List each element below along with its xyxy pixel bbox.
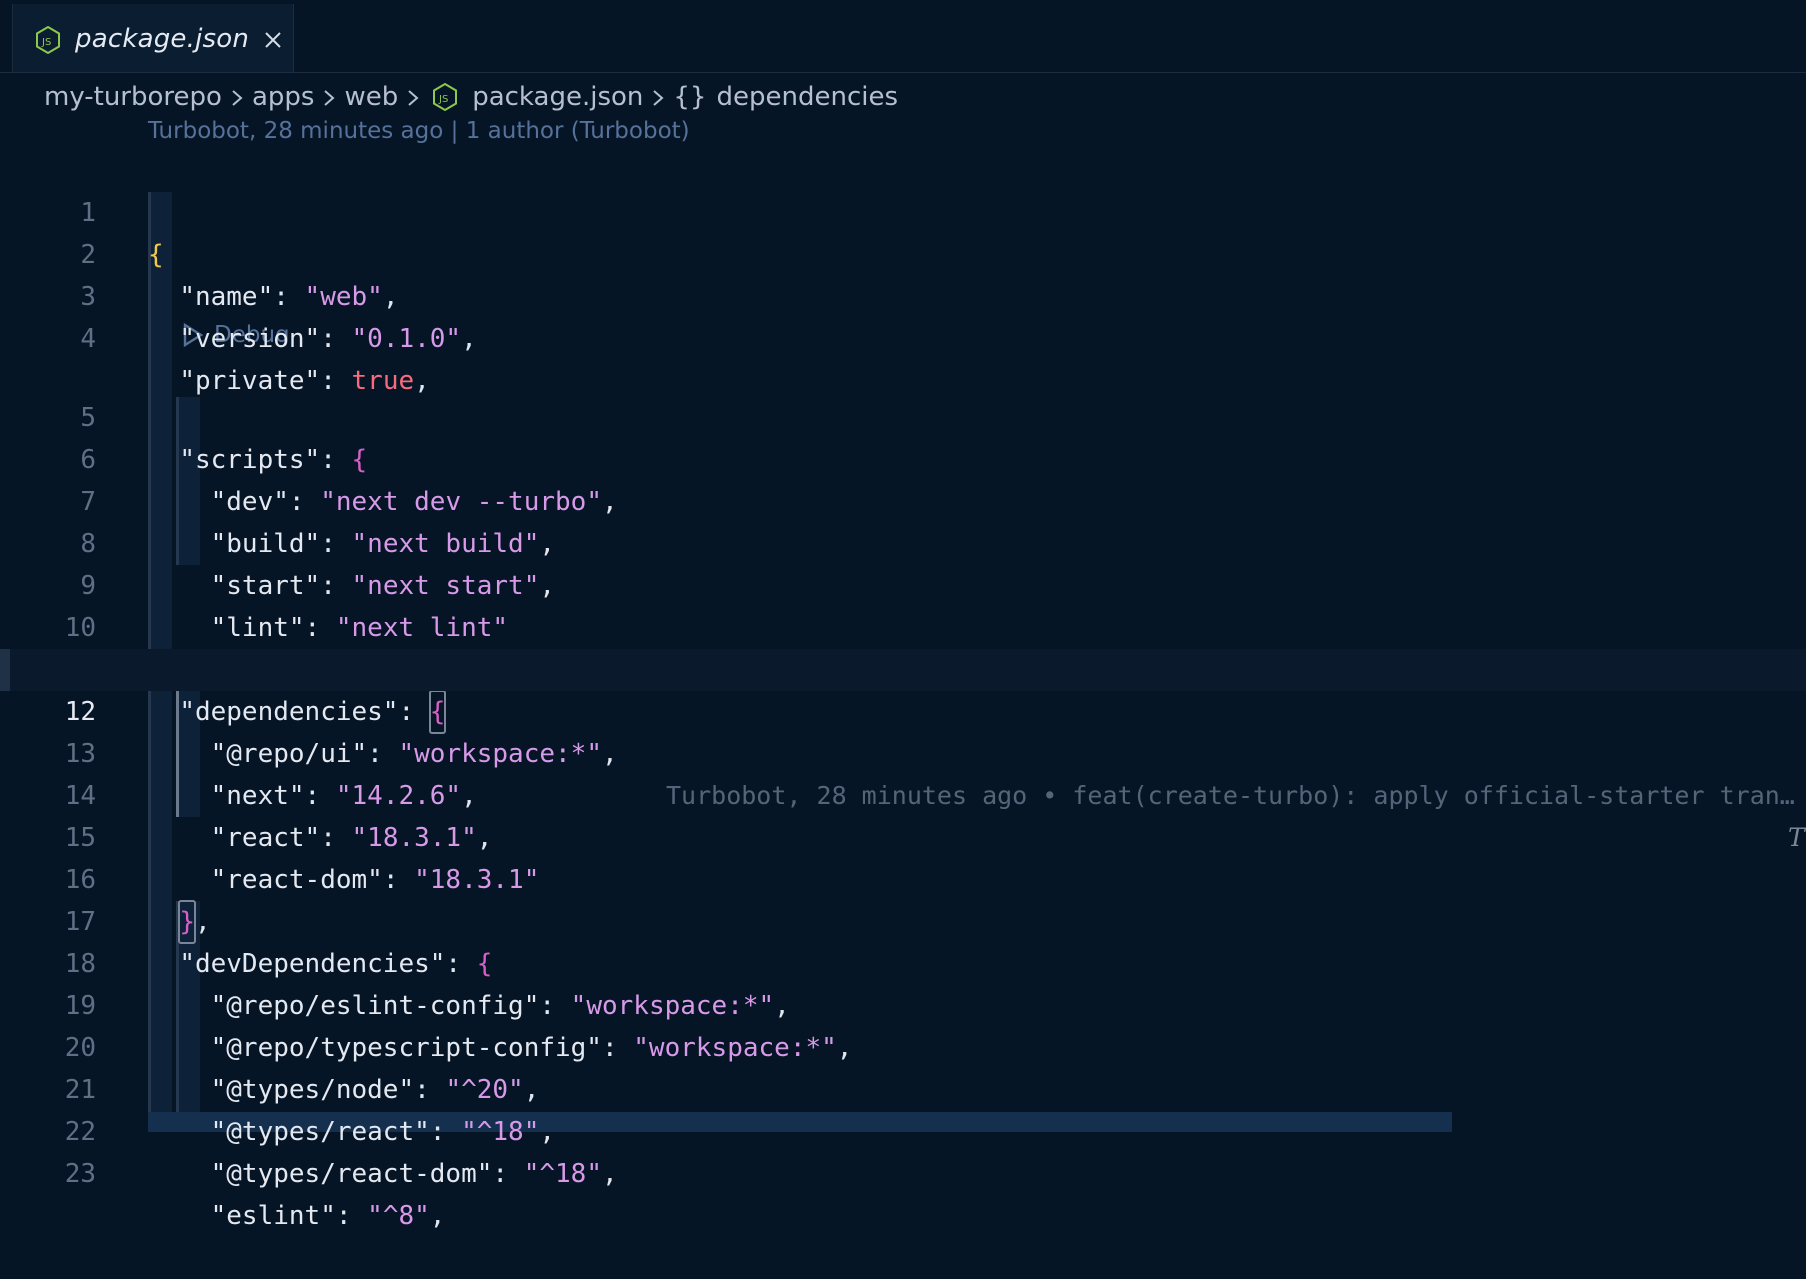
code-line[interactable]: 20 "@types/node": "^20",: [0, 985, 1806, 1105]
tab-package-json[interactable]: JS package.json: [12, 4, 294, 72]
svg-text:JS: JS: [41, 37, 51, 48]
svg-text:JS: JS: [438, 94, 448, 105]
code-line[interactable]: 16 },: [0, 817, 1806, 944]
code-line[interactable]: 22 "@types/react-dom": "^18",: [0, 1069, 1806, 1189]
code-line[interactable]: 7 "build": "next build",: [0, 439, 1806, 559]
close-icon[interactable]: [263, 30, 283, 50]
code-line[interactable]: 23 "eslint": "^8",: [0, 1111, 1806, 1231]
blame-codelens[interactable]: Turbobot, 28 minutes ago | 1 author (Tur…: [148, 118, 690, 144]
nodejs-icon: JS: [36, 26, 60, 54]
nodejs-icon: JS: [433, 83, 458, 111]
code-line[interactable]: 5 "scripts": {: [0, 355, 1806, 475]
braces-icon: {}: [673, 82, 707, 112]
code-line[interactable]: 2 "name": "web",: [0, 192, 1806, 312]
code-line[interactable]: 14 "react": "18.3.1",: [0, 733, 1806, 853]
breadcrumb-item-web[interactable]: web: [344, 82, 398, 112]
code-line[interactable]: 10 },: [0, 565, 1806, 685]
tab-title: package.json: [75, 24, 250, 54]
code-line[interactable]: 4 "private": true,: [0, 276, 1806, 396]
code-line[interactable]: 6 "dev": "next dev --turbo",: [0, 397, 1806, 517]
chevron-right-icon: [314, 84, 344, 110]
code-line[interactable]: 17 "devDependencies": {: [0, 859, 1806, 979]
chevron-right-icon: [222, 84, 252, 110]
code-line[interactable]: 3 "version": "0.1.0",: [0, 234, 1806, 354]
code-line[interactable]: 18 "@repo/eslint-config": "workspace:*",: [0, 901, 1806, 1021]
code-line[interactable]: 15 "react-dom": "18.3.1": [0, 775, 1806, 895]
code-line[interactable]: 11 "dependencies": {: [0, 607, 1806, 734]
tab-bar: JS package.json: [0, 0, 1806, 73]
chevron-right-icon: [643, 84, 673, 110]
code-line[interactable]: 13 "next": "14.2.6",: [0, 691, 1806, 811]
code-line[interactable]: 21 "@types/react": "^18",: [0, 1027, 1806, 1147]
code-line[interactable]: 19 "@repo/typescript-config": "workspace…: [0, 943, 1806, 1063]
code-line[interactable]: 9 "lint": "next lint": [0, 523, 1806, 643]
breadcrumb-item-dependencies[interactable]: dependencies: [716, 82, 898, 112]
chevron-right-icon: [398, 84, 428, 110]
breadcrumb: my-turborepo apps web JS package.json {}…: [44, 78, 898, 116]
code-line[interactable]: 1 {: [0, 150, 1806, 270]
line-number: 4: [80, 324, 96, 354]
line-number: 23: [64, 1159, 96, 1189]
code-line[interactable]: 8 "start": "next start",: [0, 481, 1806, 601]
code-line-current[interactable]: 12 "@repo/ui": "workspace:*", Turbobot, …: [0, 649, 1806, 852]
breadcrumb-item-apps[interactable]: apps: [252, 82, 315, 112]
breadcrumb-item-my-turborepo[interactable]: my-turborepo: [44, 82, 222, 112]
breadcrumb-item-package-json[interactable]: package.json: [472, 82, 643, 112]
